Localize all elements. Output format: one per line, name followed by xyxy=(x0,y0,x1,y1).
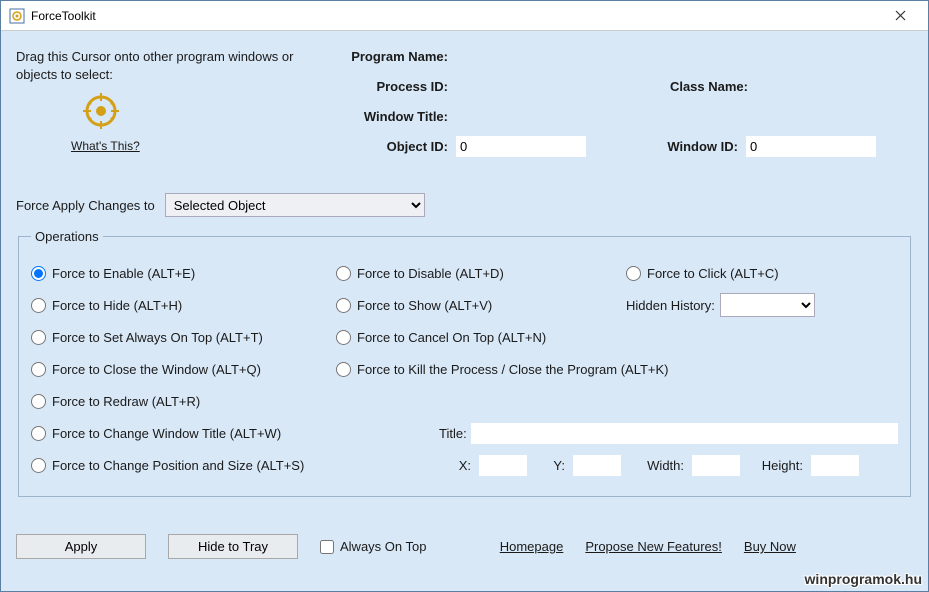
always-on-top-checkbox[interactable]: Always On Top xyxy=(320,539,426,554)
radio-always-on-top[interactable]: Force to Set Always On Top (ALT+T) xyxy=(31,330,263,345)
apply-to-select[interactable]: Selected Object xyxy=(165,193,425,217)
propose-features-link[interactable]: Propose New Features! xyxy=(585,539,722,554)
operations-legend: Operations xyxy=(31,229,103,244)
radio-cancel-on-top[interactable]: Force to Cancel On Top (ALT+N) xyxy=(336,330,546,345)
object-id-input[interactable] xyxy=(456,136,586,157)
radio-click[interactable]: Force to Click (ALT+C) xyxy=(626,266,779,281)
window-id-label: Window ID: xyxy=(636,139,746,154)
buy-now-link[interactable]: Buy Now xyxy=(744,539,796,554)
radio-change-pos-input[interactable] xyxy=(31,458,46,473)
radio-change-pos[interactable]: Force to Change Position and Size (ALT+S… xyxy=(31,458,304,473)
apply-to-label: Force Apply Changes to xyxy=(16,198,155,213)
radio-hide-input[interactable] xyxy=(31,298,46,313)
x-label: X: xyxy=(431,458,471,473)
radio-show-input[interactable] xyxy=(336,298,351,313)
height-input[interactable] xyxy=(811,455,859,476)
radio-disable[interactable]: Force to Disable (ALT+D) xyxy=(336,266,504,281)
apply-button[interactable]: Apply xyxy=(16,534,146,559)
window-title-label: Window Title: xyxy=(316,109,456,124)
whats-this-link[interactable]: What's This? xyxy=(71,139,140,153)
cursor-instruction-text: Drag this Cursor onto other program wind… xyxy=(16,48,296,83)
radio-always-on-top-input[interactable] xyxy=(31,330,46,345)
x-input[interactable] xyxy=(479,455,527,476)
radio-kill-process[interactable]: Force to Kill the Process / Close the Pr… xyxy=(336,362,669,377)
titlebar: ForceToolkit xyxy=(1,1,928,31)
app-icon xyxy=(9,8,25,24)
program-name-label: Program Name: xyxy=(316,49,456,64)
radio-click-input[interactable] xyxy=(626,266,641,281)
radio-change-title-input[interactable] xyxy=(31,426,46,441)
watermark-text: winprogramok.hu xyxy=(805,571,922,587)
drag-cursor-icon[interactable] xyxy=(81,91,121,131)
cursor-drag-block: Drag this Cursor onto other program wind… xyxy=(16,43,296,165)
title-field-label: Title: xyxy=(439,426,467,441)
window-title: ForceToolkit xyxy=(31,9,96,23)
radio-kill-process-input[interactable] xyxy=(336,362,351,377)
process-id-label: Process ID: xyxy=(316,79,456,94)
hidden-history-select[interactable] xyxy=(720,293,815,317)
width-label: Width: xyxy=(629,458,684,473)
radio-redraw[interactable]: Force to Redraw (ALT+R) xyxy=(31,394,200,409)
radio-hide[interactable]: Force to Hide (ALT+H) xyxy=(31,298,182,313)
radio-close-window-input[interactable] xyxy=(31,362,46,377)
y-label: Y: xyxy=(535,458,565,473)
radio-enable-input[interactable] xyxy=(31,266,46,281)
radio-show[interactable]: Force to Show (ALT+V) xyxy=(336,298,492,313)
radio-enable[interactable]: Force to Enable (ALT+E) xyxy=(31,266,195,281)
y-input[interactable] xyxy=(573,455,621,476)
radio-cancel-on-top-input[interactable] xyxy=(336,330,351,345)
height-label: Height: xyxy=(748,458,803,473)
bottom-bar: Apply Hide to Tray Always On Top Homepag… xyxy=(16,534,913,559)
radio-redraw-input[interactable] xyxy=(31,394,46,409)
radio-close-window[interactable]: Force to Close the Window (ALT+Q) xyxy=(31,362,261,377)
homepage-link[interactable]: Homepage xyxy=(500,539,564,554)
title-field-input[interactable] xyxy=(471,423,898,444)
window-id-input[interactable] xyxy=(746,136,876,157)
close-button[interactable] xyxy=(880,2,920,30)
object-id-label: Object ID: xyxy=(316,139,456,154)
close-icon xyxy=(895,10,906,21)
info-grid: Program Name: Process ID: Class Name: Wi… xyxy=(296,43,913,165)
class-name-label: Class Name: xyxy=(646,79,756,94)
always-on-top-input[interactable] xyxy=(320,540,334,554)
radio-change-title[interactable]: Force to Change Window Title (ALT+W) xyxy=(31,426,281,441)
hidden-history-label: Hidden History: xyxy=(626,298,715,313)
operations-group: Operations Force to Enable (ALT+E) Force… xyxy=(18,229,911,497)
radio-disable-input[interactable] xyxy=(336,266,351,281)
content-area: Drag this Cursor onto other program wind… xyxy=(1,31,928,591)
width-input[interactable] xyxy=(692,455,740,476)
hide-to-tray-button[interactable]: Hide to Tray xyxy=(168,534,298,559)
